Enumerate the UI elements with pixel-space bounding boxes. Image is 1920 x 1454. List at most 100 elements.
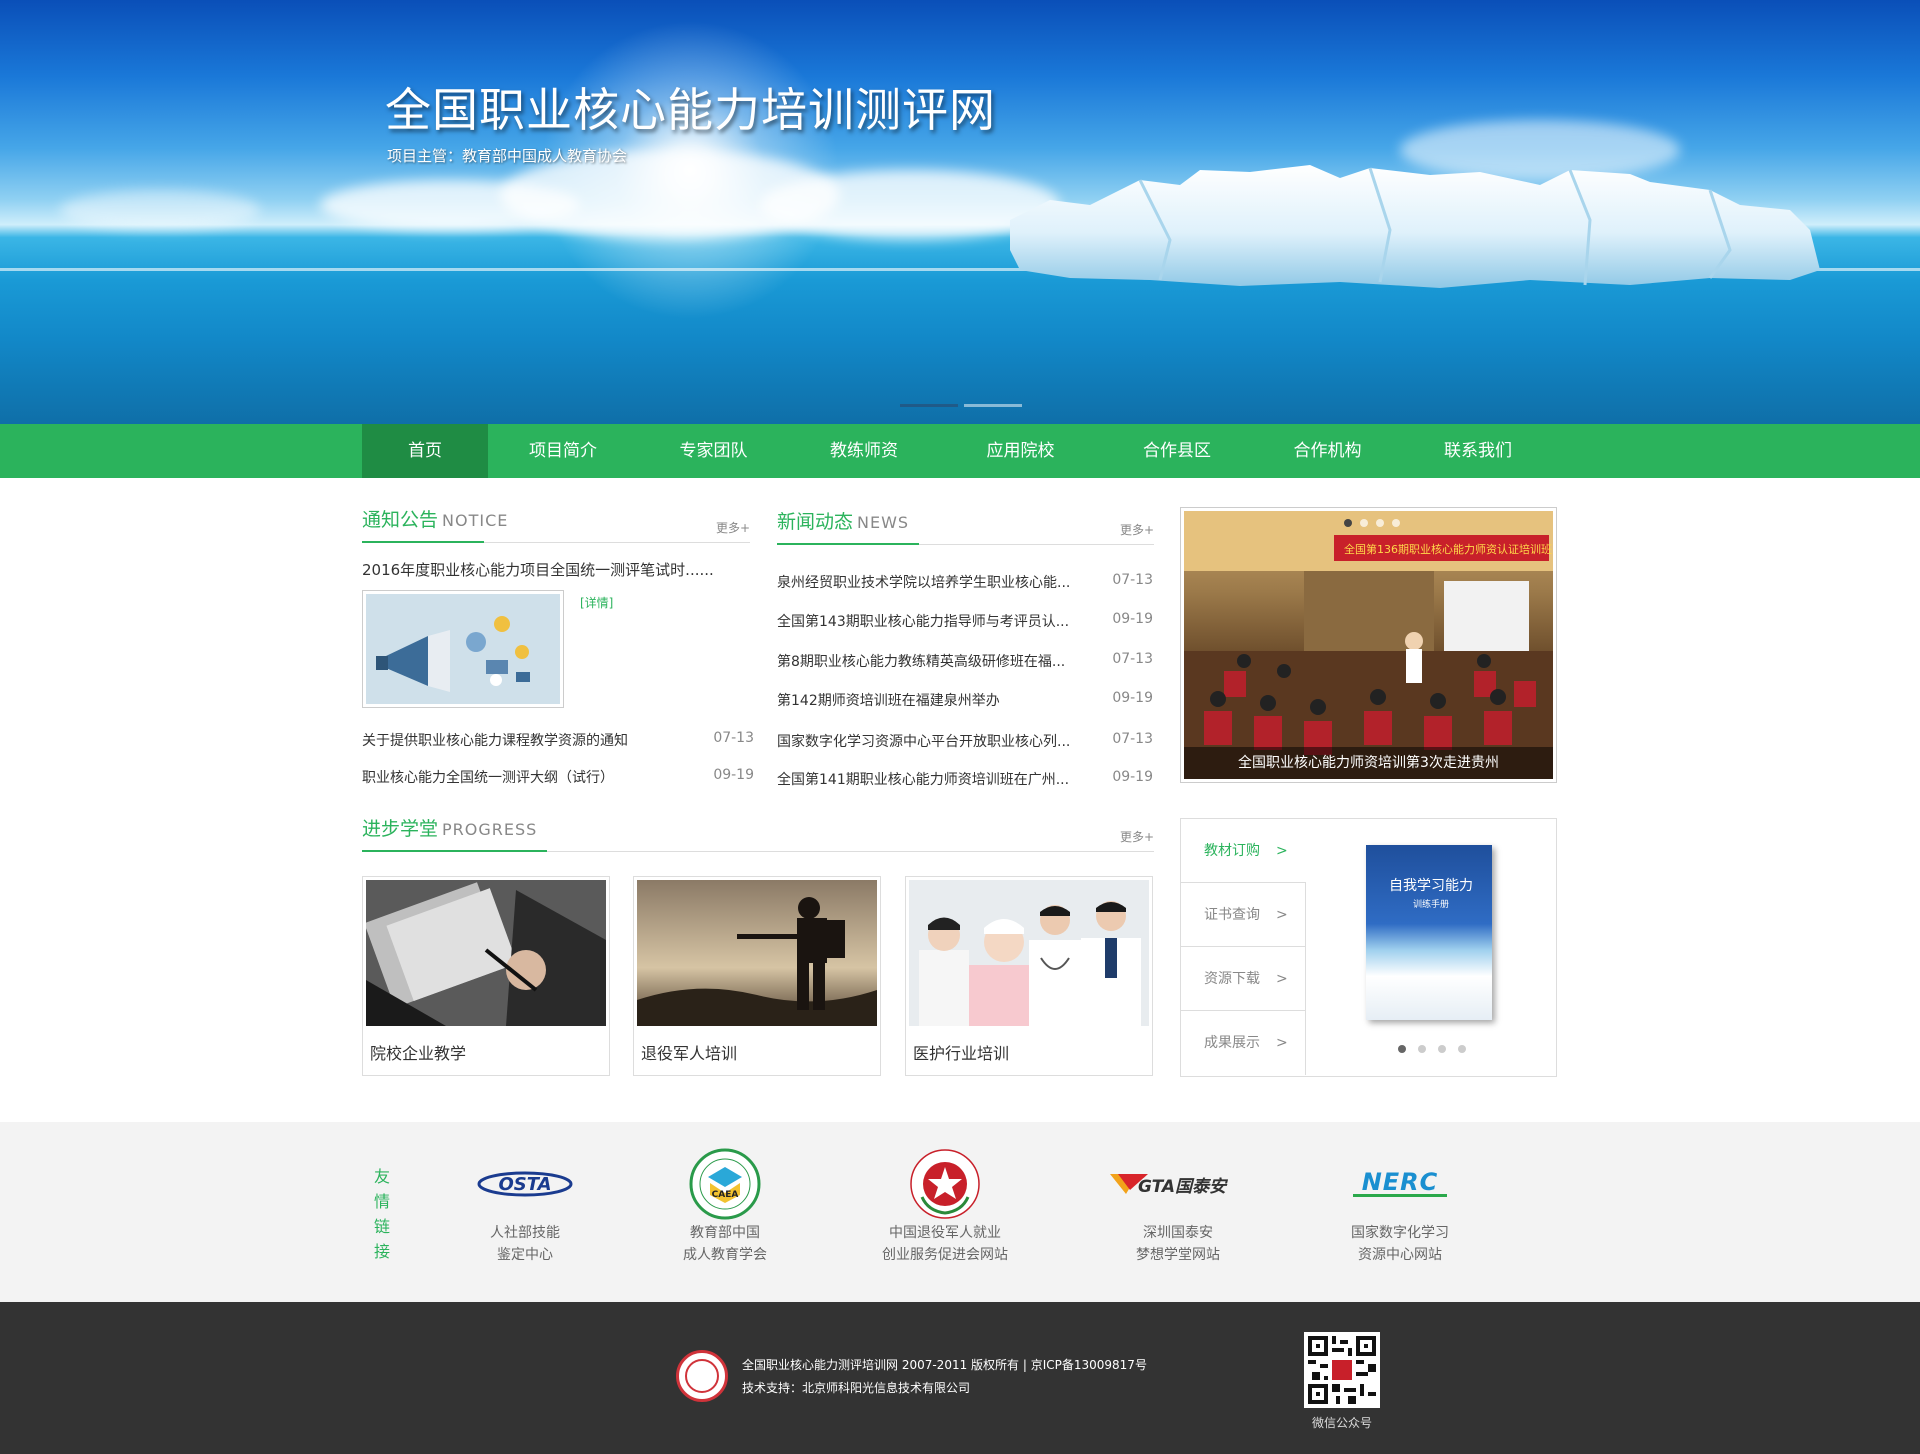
chevron-right-icon: > bbox=[1276, 843, 1288, 859]
news-item-title[interactable]: 第8期职业核心能力教练精英高级研修班在福... bbox=[777, 651, 1087, 671]
news-item-date: 09-19 bbox=[1112, 690, 1153, 706]
svg-text:全国第136期职业核心能力师资认证培训班: 全国第136期职业核心能力师资认证培训班 bbox=[1344, 542, 1552, 556]
training-photo: 全国第136期职业核心能力师资认证培训班 全国职业核心能力师资培训第3次走进贵州 bbox=[1184, 511, 1553, 779]
resource-menu-item[interactable]: 教材订购 > bbox=[1181, 819, 1306, 883]
nav-item[interactable]: 合作机构 bbox=[1252, 424, 1403, 478]
resource-menu-label: 成果展示 bbox=[1204, 1035, 1260, 1051]
progress-card[interactable]: 退役军人培训 bbox=[633, 876, 881, 1076]
partner-veterans[interactable]: 中国退役军人就业 创业服务促进会网站 bbox=[845, 1146, 1045, 1266]
resource-panel: 教材订购 > 证书查询 > 资源下载 > 成果展示 > 自我学习能力 训练手册 bbox=[1180, 818, 1557, 1077]
nav-item[interactable]: 教练师资 bbox=[789, 424, 939, 478]
photo-caption: 全国职业核心能力师资培训第3次走进贵州 bbox=[1184, 747, 1553, 779]
news-title-en: NEWS bbox=[857, 513, 910, 532]
book-slide-dot[interactable] bbox=[1418, 1045, 1426, 1053]
resource-menu: 教材订购 > 证书查询 > 资源下载 > 成果展示 > bbox=[1181, 819, 1306, 1075]
news-item-date: 07-13 bbox=[1112, 572, 1153, 588]
news-item-date: 09-19 bbox=[1112, 769, 1153, 785]
partner-name: 人社部技能 bbox=[490, 1225, 560, 1241]
progress-card[interactable]: 院校企业教学 bbox=[362, 876, 610, 1076]
photo-slide-dot[interactable] bbox=[1360, 519, 1368, 527]
news-item[interactable]: 全国第141期职业核心能力师资培训班在广州... 09-19 bbox=[777, 769, 1153, 789]
news-title: 新闻动态 bbox=[777, 511, 854, 533]
resource-menu-item[interactable]: 证书查询 > bbox=[1181, 883, 1306, 947]
nav-item[interactable]: 合作县区 bbox=[1102, 424, 1252, 478]
notice-thumbnail[interactable] bbox=[362, 590, 564, 708]
gta-logo-icon: GTA国泰安 bbox=[1078, 1146, 1278, 1222]
news-item-title[interactable]: 全国第143期职业核心能力指导师与考评员认... bbox=[777, 611, 1087, 631]
news-item-title[interactable]: 泉州经贸职业技术学院以培养学生职业核心能... bbox=[777, 572, 1087, 592]
notice-headline[interactable]: 2016年度职业核心能力项目全国统一测评笔试时...... bbox=[362, 559, 742, 580]
news-item[interactable]: 第8期职业核心能力教练精英高级研修班在福... 07-13 bbox=[777, 651, 1153, 671]
partner-gta[interactable]: GTA国泰安 深圳国泰安 梦想学堂网站 bbox=[1078, 1146, 1278, 1266]
notice-item-title[interactable]: 职业核心能力全国统一测评大纲（试行） bbox=[362, 767, 682, 787]
partner-name: 国家数字化学习 bbox=[1351, 1225, 1449, 1241]
caea-logo-icon: CAEA bbox=[625, 1146, 825, 1222]
news-item-title[interactable]: 全国第141期职业核心能力师资培训班在广州... bbox=[777, 769, 1087, 789]
book-slide-dot[interactable] bbox=[1438, 1045, 1446, 1053]
news-more-link[interactable]: 更多+ bbox=[1120, 521, 1154, 538]
news-item[interactable]: 全国第143期职业核心能力指导师与考评员认... 09-19 bbox=[777, 611, 1153, 631]
news-item-title[interactable]: 第142期师资培训班在福建泉州举办 bbox=[777, 690, 1087, 710]
book-title: 自我学习能力 bbox=[1389, 878, 1473, 894]
nav-item[interactable]: 首页 bbox=[362, 424, 488, 478]
notice-more-link[interactable]: 更多+ bbox=[716, 519, 750, 536]
news-item[interactable]: 国家数字化学习资源中心平台开放职业核心列... 07-13 bbox=[777, 731, 1153, 751]
nav-item[interactable]: 联系我们 bbox=[1403, 424, 1553, 478]
notice-item[interactable]: 关于提供职业核心能力课程教学资源的通知 07-13 bbox=[362, 730, 754, 750]
notice-item[interactable]: 职业核心能力全国统一测评大纲（试行） 09-19 bbox=[362, 767, 754, 787]
book-slide-dot[interactable] bbox=[1458, 1045, 1466, 1053]
nav-item[interactable]: 项目简介 bbox=[488, 424, 638, 478]
news-item-title[interactable]: 国家数字化学习资源中心平台开放职业核心列... bbox=[777, 731, 1087, 751]
banner-slider-indicator bbox=[900, 404, 1022, 407]
banner-slide-indicator[interactable] bbox=[964, 404, 1022, 407]
notice-detail-link[interactable]: [详情] bbox=[580, 594, 613, 611]
book-slide-dots bbox=[1398, 1045, 1466, 1053]
friend-links-title: 友情链接 bbox=[373, 1167, 390, 1261]
nerc-logo-icon: NERC bbox=[1300, 1146, 1500, 1222]
partner-nerc[interactable]: NERC 国家数字化学习 资源中心网站 bbox=[1300, 1146, 1500, 1266]
partner-name: 成人教育学会 bbox=[683, 1247, 767, 1263]
book-slide-dot[interactable] bbox=[1398, 1045, 1406, 1053]
photo-slide-dot[interactable] bbox=[1376, 519, 1384, 527]
partner-name: 鉴定中心 bbox=[497, 1247, 553, 1263]
nav-item[interactable]: 专家团队 bbox=[638, 424, 789, 478]
news-item-date: 09-19 bbox=[1112, 611, 1153, 627]
book-subtitle: 训练手册 bbox=[1412, 900, 1449, 910]
card-label: 退役军人培训 bbox=[641, 1044, 738, 1063]
resource-menu-item[interactable]: 资源下载 > bbox=[1181, 947, 1306, 1011]
partner-name: 教育部中国 bbox=[690, 1225, 760, 1241]
resource-menu-label: 证书查询 bbox=[1204, 907, 1260, 923]
association-emblem-icon bbox=[676, 1350, 728, 1402]
news-item-date: 07-13 bbox=[1112, 651, 1153, 667]
photo-slide-dot[interactable] bbox=[1344, 519, 1352, 527]
main-nav: 首页 项目简介 专家团队 教练师资 应用院校 合作县区 合作机构 联系我们 bbox=[0, 424, 1920, 478]
footer-tech-support: 技术支持：北京师科阳光信息技术有限公司 bbox=[742, 1381, 971, 1395]
partner-name: 创业服务促进会网站 bbox=[882, 1247, 1008, 1263]
resource-menu-item[interactable]: 成果展示 > bbox=[1181, 1011, 1306, 1075]
wechat-qr-code bbox=[1304, 1332, 1380, 1408]
hero-banner: 全国职业核心能力培训测评网 项目主管：教育部中国成人教育协会 bbox=[0, 0, 1920, 424]
partner-caea[interactable]: CAEA 教育部中国 成人教育学会 bbox=[625, 1146, 825, 1266]
nav-item[interactable]: 应用院校 bbox=[939, 424, 1102, 478]
notice-item-title[interactable]: 关于提供职业核心能力课程教学资源的通知 bbox=[362, 730, 682, 750]
notice-header: 通知公告 NOTICE 更多+ bbox=[362, 505, 750, 543]
megaphone-icon bbox=[366, 594, 560, 704]
partner-osta[interactable]: OSTA 人社部技能 鉴定中心 bbox=[425, 1146, 625, 1266]
photo-slide-dot[interactable] bbox=[1392, 519, 1400, 527]
progress-title: 进步学堂 bbox=[362, 818, 439, 840]
news-photo-carousel[interactable]: 全国第136期职业核心能力师资认证培训班 全国职业核心能力师资培训第3次走进贵州 bbox=[1180, 507, 1557, 783]
news-item[interactable]: 泉州经贸职业技术学院以培养学生职业核心能... 07-13 bbox=[777, 572, 1153, 592]
star-emblem-icon bbox=[845, 1146, 1045, 1222]
site-footer: 全国职业核心能力测评培训网 2007-2011 版权所有 | 京ICP备1300… bbox=[0, 1302, 1920, 1454]
card-image-soldier bbox=[637, 880, 877, 1026]
resource-menu-label: 资源下载 bbox=[1204, 971, 1260, 987]
textbook-cover[interactable]: 自我学习能力 训练手册 bbox=[1366, 845, 1492, 1020]
chevron-right-icon: > bbox=[1276, 971, 1288, 987]
progress-more-link[interactable]: 更多+ bbox=[1120, 828, 1154, 845]
card-image-medical bbox=[909, 880, 1149, 1026]
progress-card[interactable]: 医护行业培训 bbox=[905, 876, 1153, 1076]
progress-title-en: PROGRESS bbox=[442, 820, 538, 839]
news-item[interactable]: 第142期师资培训班在福建泉州举办 09-19 bbox=[777, 690, 1153, 710]
partner-name: 梦想学堂网站 bbox=[1136, 1247, 1220, 1263]
banner-slide-indicator[interactable] bbox=[900, 404, 958, 407]
